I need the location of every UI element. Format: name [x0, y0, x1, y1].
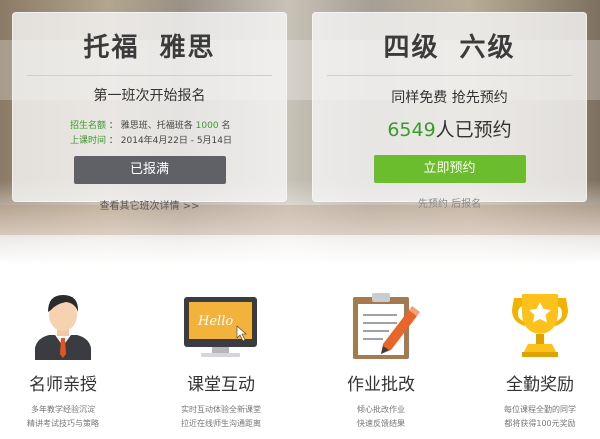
reserve-now-button[interactable]: 立即预约 [373, 155, 526, 183]
date-value: 2014年4月22日 - 5月14日 [120, 136, 233, 146]
feature-line1: 实时互动体验全新课堂 [181, 405, 261, 414]
feature-line1: 每位课程全勤的同学 [504, 405, 576, 414]
card-subtitle: 第一班次开始报名 [93, 88, 206, 104]
toefl-ielts-card: 托福 雅思 第一班次开始报名 招生名额 ： 雅思班、托福班各 1000 名 上课时… [12, 12, 287, 212]
feature-interactive: Hello 课堂互动 实时互动体验全新课堂 拉近在线师生沟通距离 [151, 288, 291, 431]
title-ielts: 雅思 [159, 33, 216, 63]
enroll-suffix: 名 [221, 121, 231, 131]
reservation-text: 人已预约 [435, 119, 512, 141]
title-toefl: 托福 [83, 33, 140, 63]
divider [327, 75, 572, 76]
enroll-number: 1000 [195, 121, 219, 131]
date-key: 上课时间 [70, 136, 107, 146]
feature-line1: 倾心批改作业 [357, 405, 405, 414]
cet-card: 四级 六级 同样免费 抢先预约 6549人已预约 立即预约 先预约 后报名 [312, 12, 587, 210]
feature-teacher: 名师亲授 多年教学经验沉淀 精讲考试技巧与策略 [0, 288, 133, 431]
feature-title: 全勤奖励 [506, 375, 574, 395]
colon: ： [108, 136, 118, 146]
full-button[interactable]: 已报满 [73, 156, 226, 184]
feature-title: 作业批改 [347, 375, 415, 395]
enroll-quota-row: 招生名额 ： 雅思班、托福班各 1000 名 [70, 119, 286, 134]
feature-line1: 多年教学经验沉淀 [31, 405, 95, 414]
feature-homework: 作业批改 倾心批改作业 快速反馈结果 [311, 288, 451, 431]
enroll-prefix: 雅思班、托福班各 [120, 121, 193, 131]
title-cet6: 六级 [459, 33, 516, 63]
feature-line2: 快速反馈结果 [357, 419, 405, 428]
screen-text: Hello [197, 314, 233, 329]
enroll-key: 招生名额 [70, 121, 107, 131]
card-subtitle: 同样免费 抢先预约 [391, 90, 508, 106]
feature-line2: 拉近在线师生沟通距离 [181, 419, 261, 428]
feature-title: 课堂互动 [187, 375, 255, 395]
reservation-count: 6549人已预约 [313, 115, 586, 142]
class-date-row: 上课时间 ： 2014年4月22日 - 5月14日 [70, 134, 286, 149]
feature-reward: 全勤奖励 每位课程全勤的同学 都将获得100元奖励 [470, 288, 600, 431]
reservation-number: 6549 [387, 119, 436, 141]
title-cet4: 四级 [383, 33, 440, 63]
card-title: 托福 雅思 [13, 31, 286, 65]
feature-line2: 精讲考试技巧与策略 [27, 419, 99, 428]
feature-line2: 都将获得100元奖励 [504, 419, 576, 428]
colon: ： [108, 121, 118, 131]
monitor-hello-icon: Hello [151, 288, 291, 360]
features-row: 名师亲授 多年教学经验沉淀 精讲考试技巧与策略 Hello 课堂互动 实时互动体… [0, 288, 600, 439]
more-classes-link[interactable]: 查看其它班次详情 >> [13, 197, 286, 212]
teacher-icon [0, 288, 133, 360]
card-title: 四级 六级 [313, 31, 586, 65]
feature-title: 名师亲授 [29, 375, 97, 395]
trophy-icon [470, 288, 600, 360]
clipboard-pencil-icon [311, 288, 451, 360]
divider [27, 75, 272, 76]
course-info: 招生名额 ： 雅思班、托福班各 1000 名 上课时间 ： 2014年4月22日… [70, 119, 286, 149]
reserve-note: 先预约 后报名 [417, 199, 482, 210]
